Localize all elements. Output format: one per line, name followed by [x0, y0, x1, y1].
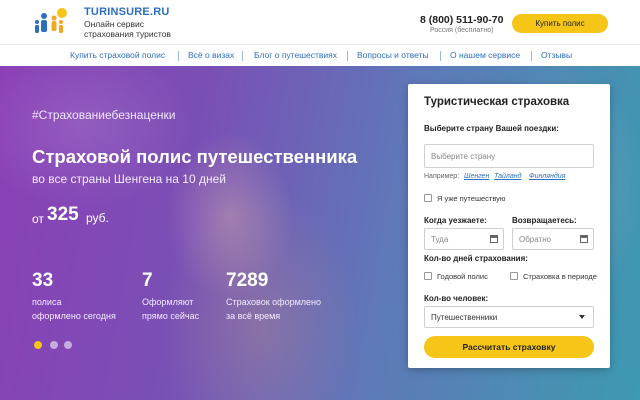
buy-policy-button[interactable]: Купить полис: [512, 14, 608, 33]
stat-total-label: Страховок оформлено за всё время: [226, 295, 336, 323]
stat-policies-today-label: полиса оформлено сегодня: [32, 295, 142, 323]
slider-dot-active[interactable]: [34, 341, 42, 349]
calculate-insurance-button[interactable]: Рассчитать страховку: [424, 336, 594, 358]
stat-label-line-2: за всё время: [226, 311, 281, 321]
return-date-placeholder: Обратно: [519, 234, 552, 244]
form-title: Туристическая страховка: [424, 96, 570, 108]
hero-subtitle: во все страны Шенгена на 10 дней: [32, 172, 226, 186]
depart-date-input[interactable]: Туда: [424, 228, 504, 250]
country-input[interactable]: Выберите страну: [424, 144, 594, 168]
stat-label-line-1: полиса: [32, 297, 62, 307]
example-link-thailand[interactable]: Тайланд: [494, 173, 521, 180]
insurance-form-card: Туристическая страховка Выберите страну …: [408, 84, 610, 368]
example-link-schengen[interactable]: Шенген: [464, 173, 489, 180]
hero-title: Страховой полис путешественника: [32, 146, 358, 167]
stat-total-number: 7289: [226, 270, 269, 291]
example-prefix: Например:: [424, 173, 460, 180]
stat-label-line-1: Страховок оформлено: [226, 297, 322, 307]
site-header: TURINSURE.RU Онлайн сервис страхования т…: [0, 0, 640, 44]
nav-item-faq[interactable]: Вопросы и ответы: [357, 50, 429, 60]
return-label: Возвращаетесь:: [512, 216, 577, 225]
annual-policy-label: Годовой полис: [437, 272, 488, 281]
hero-hashtag: #Страхованиебезнаценки: [32, 108, 176, 122]
price-value: 325: [47, 204, 79, 225]
nav-separator: [347, 51, 348, 61]
nav-separator: [178, 51, 179, 61]
stat-label-line-2: оформлено сегодня: [32, 311, 116, 321]
nav-item-buy-policy[interactable]: Купить страховой полис: [70, 50, 165, 60]
already-traveling-checkbox[interactable]: [424, 194, 432, 202]
depart-date-placeholder: Туда: [431, 234, 449, 244]
chevron-down-icon: [579, 315, 585, 319]
price-prefix: от: [32, 212, 44, 226]
period-policy-checkbox[interactable]: [510, 272, 518, 280]
tagline-line-1: Онлайн сервис: [84, 19, 145, 29]
phone-note: Россия (бесплатно): [430, 27, 494, 34]
calendar-icon[interactable]: [490, 235, 498, 243]
nav-separator: [242, 51, 243, 61]
return-date-input[interactable]: Обратно: [512, 228, 594, 250]
tagline-line-2: страхования туристов: [84, 29, 171, 39]
brand-name[interactable]: TURINSURE.RU: [84, 6, 170, 18]
depart-label: Когда уезжаете:: [424, 216, 487, 225]
slider-dot[interactable]: [50, 341, 58, 349]
phone-number[interactable]: 8 (800) 511-90-70: [420, 14, 503, 26]
brand-tagline: Онлайн сервис страхования туристов: [84, 19, 224, 39]
price-unit: руб.: [86, 211, 109, 225]
people-select-value: Путешественники: [431, 312, 498, 322]
slider-dot[interactable]: [64, 341, 72, 349]
period-policy-label: Страховка в периоде: [523, 272, 597, 281]
nav-separator: [440, 51, 441, 61]
nav-item-blog[interactable]: Блог о путешествиях: [254, 50, 337, 60]
country-label: Выберите страну Вашей поездки:: [424, 124, 559, 133]
nav-item-about[interactable]: О нашем сервисе: [450, 50, 520, 60]
people-select[interactable]: Путешественники: [424, 306, 594, 328]
main-nav: Купить страховой полис Всё о визах Блог …: [0, 44, 640, 66]
family-logo-icon[interactable]: [32, 6, 72, 40]
stat-policies-today-number: 33: [32, 270, 54, 291]
calendar-icon[interactable]: [580, 235, 588, 243]
nav-item-visas[interactable]: Всё о визах: [188, 50, 234, 60]
stat-in-progress-number: 7: [142, 270, 153, 291]
nav-item-reviews[interactable]: Отзывы: [541, 50, 572, 60]
already-traveling-label: Я уже путешествую: [437, 194, 506, 203]
example-link-finland[interactable]: Финляндия: [529, 173, 565, 180]
days-label: Кол-во дней страхования:: [424, 254, 528, 263]
people-label: Кол-во человек:: [424, 294, 489, 303]
nav-separator: [531, 51, 532, 61]
annual-policy-checkbox[interactable]: [424, 272, 432, 280]
